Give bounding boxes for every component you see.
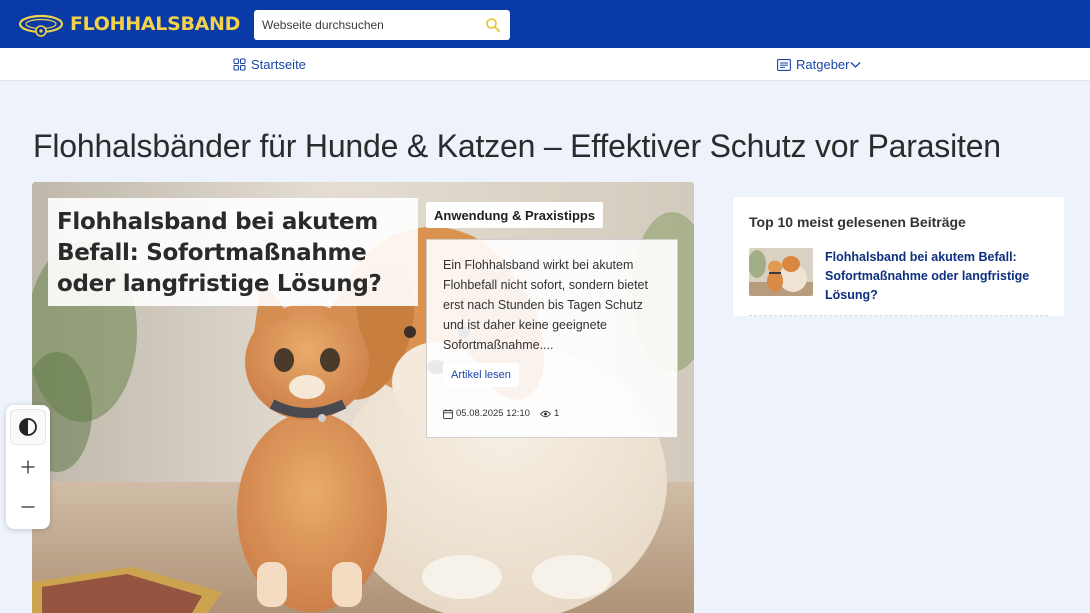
read-article-button[interactable]: Artikel lesen [443,363,519,387]
zoom-out-button[interactable] [10,489,46,525]
zoom-in-button[interactable] [10,449,46,485]
plus-icon [21,460,35,474]
grid-icon [233,58,246,71]
list-icon [777,58,791,71]
accessibility-toolbar [6,405,50,529]
nav-guide-label: Ratgeber [796,57,850,72]
chevron-down-icon [851,61,861,68]
divider [749,315,1048,316]
calendar-icon [443,408,453,419]
top10-item-title[interactable]: Flohhalsband bei akutem Befall: Sofortma… [825,248,1050,305]
article-thumbnail[interactable] [749,248,813,296]
featured-article[interactable]: Flohhalsband bei akutem Befall: Sofortma… [32,182,694,613]
logo-text: FLOHHALSBAND [70,13,241,35]
search-input[interactable] [254,10,474,40]
thumbnail-image [749,248,813,296]
article-date: 05.08.2025 12:10 [456,408,530,419]
page-title: Flohhalsbänder für Hunde & Katzen – Effe… [33,128,1001,164]
article-views: 1 [539,408,560,419]
excerpt-card: Ein Flohhalsband wirkt bei akutem Flohbe… [426,239,678,438]
main-nav: Startseite Ratgeber [0,48,1090,81]
collar-icon [18,14,64,37]
featured-title-box: Flohhalsband bei akutem Befall: Sofortma… [48,198,418,306]
search-box [254,10,510,40]
contrast-icon [19,418,37,436]
category-badge[interactable]: Anwendung & Praxistipps [426,202,604,228]
site-logo[interactable]: FLOHHALSBAND [18,10,240,38]
contrast-toggle-button[interactable] [10,409,46,445]
nav-item-guide[interactable]: Ratgeber [777,48,861,81]
eye-icon [539,410,551,417]
minus-icon [21,506,35,508]
list-item[interactable]: Flohhalsband bei akutem Befall: Sofortma… [749,248,1050,305]
top10-title: Top 10 meist gelesenen Beiträge [749,214,966,230]
article-meta: 05.08.2025 12:10 1 [443,408,559,419]
search-icon[interactable] [485,17,501,33]
nav-item-home[interactable]: Startseite [233,48,306,81]
nav-home-label: Startseite [251,57,306,72]
site-header: FLOHHALSBAND [0,0,1090,48]
featured-title[interactable]: Flohhalsband bei akutem Befall: Sofortma… [57,207,409,300]
excerpt-text: Ein Flohhalsband wirkt bei akutem Flohbe… [443,258,648,352]
top10-widget: Top 10 meist gelesenen Beiträge Flohhals… [733,197,1064,316]
views-count: 1 [553,408,560,419]
